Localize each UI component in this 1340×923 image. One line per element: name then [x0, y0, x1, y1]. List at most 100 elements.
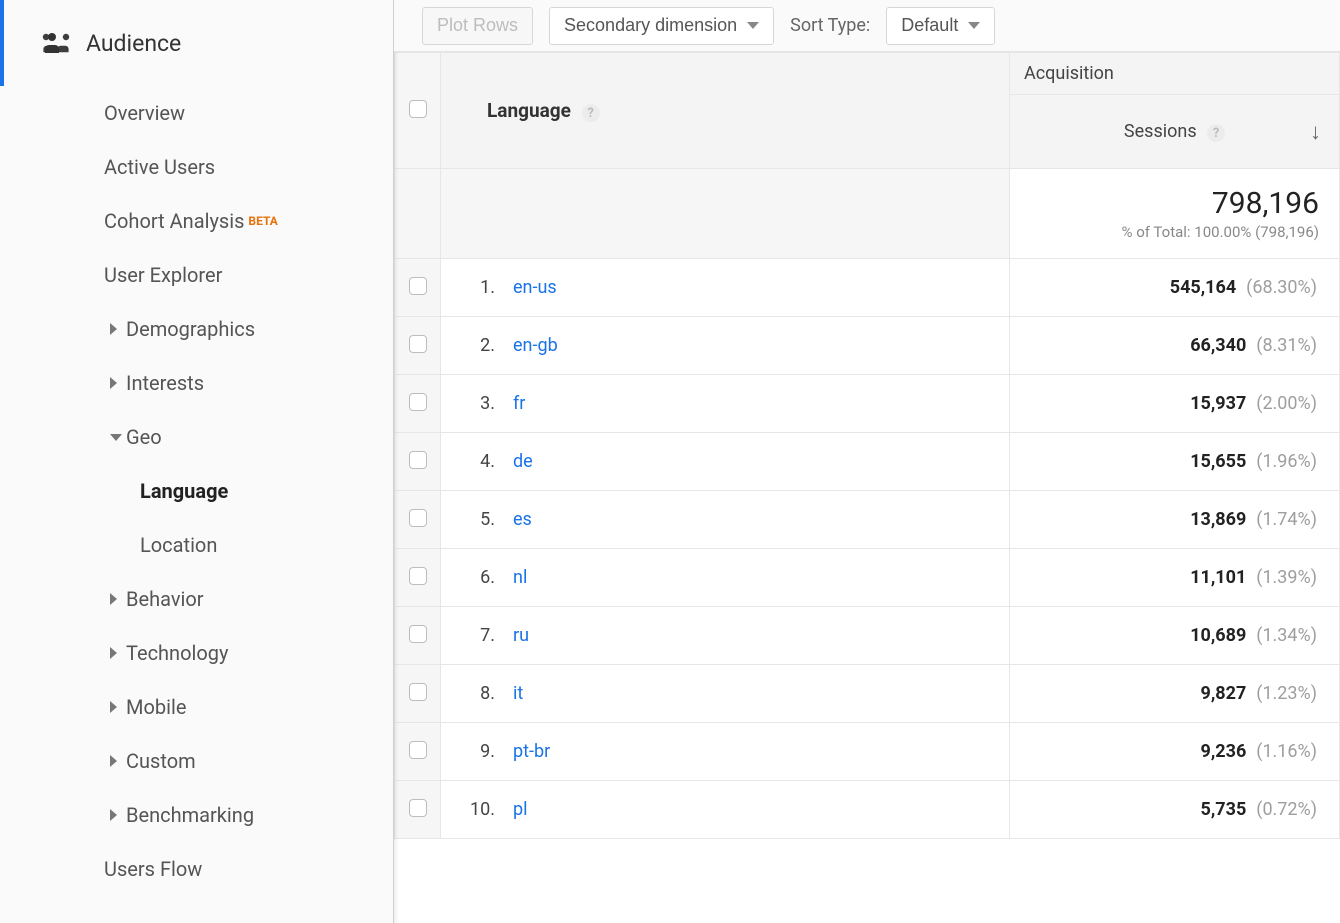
sessions-value: 5,735	[1201, 799, 1247, 820]
help-icon[interactable]: ?	[582, 104, 600, 122]
sidebar-subitem-mobile[interactable]: Mobile	[0, 680, 393, 734]
row-select-cell	[395, 665, 441, 723]
language-link[interactable]: es	[513, 509, 532, 530]
sessions-value: 10,689	[1190, 625, 1246, 646]
sessions-cell: 66,340(8.31%)	[1010, 317, 1340, 375]
row-checkbox[interactable]	[409, 451, 427, 469]
language-link[interactable]: it	[513, 683, 523, 704]
table-row: 2. en-gb 66,340(8.31%)	[395, 317, 1340, 375]
sidebar-item-label: Overview	[104, 101, 185, 125]
row-select-cell	[395, 723, 441, 781]
sort-type-select[interactable]: Default	[886, 7, 995, 45]
sessions-value: 9,827	[1201, 683, 1247, 704]
row-checkbox[interactable]	[409, 567, 427, 585]
sidebar-subitem-custom[interactable]: Custom	[0, 734, 393, 788]
language-cell: 4. de	[441, 433, 1010, 491]
beta-badge: BETA	[248, 214, 277, 228]
sessions-total: 798,196	[1030, 186, 1319, 221]
row-checkbox[interactable]	[409, 683, 427, 701]
sidebar-item-label: Benchmarking	[126, 803, 254, 827]
sidebar-section-audience[interactable]: Audience	[0, 0, 393, 86]
row-checkbox[interactable]	[409, 277, 427, 295]
caret-right-icon	[110, 701, 117, 713]
language-table: Language ? Acquisition Sessions ? ↓	[394, 52, 1340, 839]
sessions-value: 15,655	[1190, 451, 1246, 472]
sidebar-subsubitem-location[interactable]: Location	[0, 518, 393, 572]
sidebar-item-label: Cohort Analysis	[104, 209, 244, 233]
language-link[interactable]: en-us	[513, 277, 557, 298]
table-row: 5.es13,869(1.74%)	[395, 491, 1340, 549]
secondary-dimension-select[interactable]: Secondary dimension	[549, 7, 774, 45]
sessions-cell: 15,937(2.00%)	[1010, 375, 1340, 433]
sidebar-item-active-users[interactable]: Active Users	[0, 140, 393, 194]
language-cell: 3.fr	[441, 375, 1010, 433]
caret-right-icon	[110, 323, 117, 335]
language-cell: 10.pl	[441, 781, 1010, 839]
language-link[interactable]: nl	[513, 567, 527, 588]
column-header-language[interactable]: Language ?	[441, 53, 1010, 169]
sort-type-value: Default	[901, 15, 958, 36]
sessions-cell: 9,827(1.23%)	[1010, 665, 1340, 723]
sidebar-subsubitem-language[interactable]: Language	[0, 464, 393, 518]
sidebar-subitem-behavior[interactable]: Behavior	[0, 572, 393, 626]
select-all-checkbox[interactable]	[409, 100, 427, 118]
caret-right-icon	[110, 809, 117, 821]
language-cell: 6. nl	[441, 549, 1010, 607]
sidebar-item-cohort-analysis[interactable]: Cohort Analysis BETA	[0, 194, 393, 248]
language-link[interactable]: fr	[513, 393, 525, 414]
language-link[interactable]: pl	[513, 799, 527, 820]
language-link[interactable]: en-gb	[513, 335, 558, 356]
table-row: 7.ru10,689(1.34%)	[395, 607, 1340, 665]
sidebar-subitem-interests[interactable]: Interests	[0, 356, 393, 410]
row-checkbox[interactable]	[409, 393, 427, 411]
sidebar-item-users-flow[interactable]: Users Flow	[0, 842, 393, 896]
row-index: 4.	[467, 451, 495, 472]
caret-right-icon	[110, 647, 117, 659]
sessions-value: 545,164	[1170, 277, 1236, 298]
language-link[interactable]: pt-br	[513, 741, 550, 762]
sidebar-item-user-explorer[interactable]: User Explorer	[0, 248, 393, 302]
sidebar-item-overview[interactable]: Overview	[0, 86, 393, 140]
sidebar-subitem-benchmarking[interactable]: Benchmarking	[0, 788, 393, 842]
main-content: Plot Rows Secondary dimension Sort Type:…	[394, 0, 1340, 923]
column-header-sessions[interactable]: Sessions ? ↓	[1010, 95, 1340, 169]
select-all-cell	[395, 53, 441, 169]
plot-rows-button[interactable]: Plot Rows	[422, 7, 533, 45]
help-icon[interactable]: ?	[1207, 124, 1225, 142]
row-index: 7.	[467, 625, 495, 646]
sidebar-section-label: Audience	[86, 30, 181, 57]
row-select-cell	[395, 781, 441, 839]
caret-down-icon	[110, 434, 122, 441]
language-cell: 8.it	[441, 665, 1010, 723]
sessions-percent: (1.16%)	[1256, 741, 1317, 762]
row-index: 6.	[467, 567, 495, 588]
sidebar-item-label: Users Flow	[104, 857, 202, 881]
sidebar-subitem-technology[interactable]: Technology	[0, 626, 393, 680]
language-cell: 2. en-gb	[441, 317, 1010, 375]
table-row: 10.pl5,735(0.72%)	[395, 781, 1340, 839]
sessions-value: 66,340	[1190, 335, 1246, 356]
row-select-cell	[395, 433, 441, 491]
row-checkbox[interactable]	[409, 799, 427, 817]
sessions-cell: 15,655(1.96%)	[1010, 433, 1340, 491]
column-group-acquisition: Acquisition	[1010, 53, 1340, 95]
sessions-cell: 13,869(1.74%)	[1010, 491, 1340, 549]
row-index: 1.	[467, 277, 495, 298]
language-link[interactable]: de	[513, 451, 533, 472]
row-checkbox[interactable]	[409, 625, 427, 643]
sessions-percent: (68.30%)	[1246, 277, 1317, 298]
caret-right-icon	[110, 755, 117, 767]
sidebar-subitem-demographics[interactable]: Demographics	[0, 302, 393, 356]
row-select-cell	[395, 549, 441, 607]
row-checkbox[interactable]	[409, 335, 427, 353]
language-link[interactable]: ru	[513, 625, 529, 646]
sessions-total-subtext: % of Total: 100.00% (798,196)	[1030, 223, 1319, 241]
row-checkbox[interactable]	[409, 509, 427, 527]
chevron-down-icon	[968, 22, 980, 29]
row-select-cell	[395, 607, 441, 665]
sidebar-item-label: Technology	[126, 641, 228, 665]
row-index: 2.	[467, 335, 495, 356]
table-row: 9.pt-br9,236(1.16%)	[395, 723, 1340, 781]
row-checkbox[interactable]	[409, 741, 427, 759]
sidebar-subitem-geo[interactable]: Geo	[0, 410, 393, 464]
